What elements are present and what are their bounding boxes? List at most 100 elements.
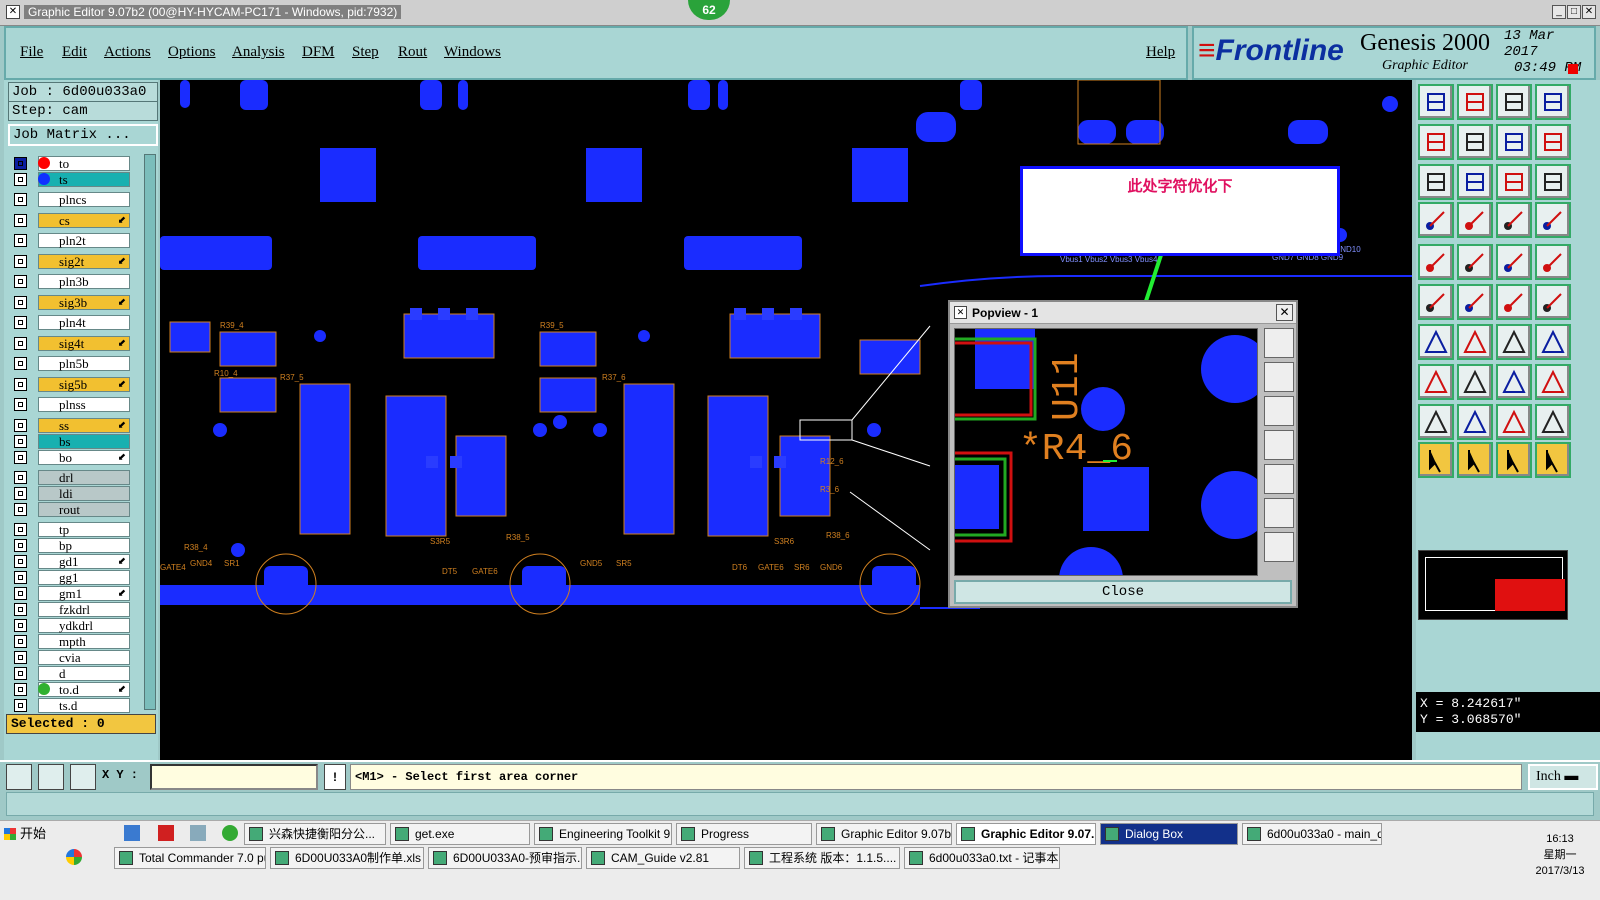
layer-row-to-d[interactable]: to.d ⬋: [14, 682, 132, 697]
layer-checkbox[interactable]: [14, 337, 27, 350]
colorful-app-icon[interactable]: [66, 849, 82, 865]
pointer-icon[interactable]: [1418, 442, 1454, 478]
layer-checkbox[interactable]: [14, 635, 27, 648]
grid-toggle-icon[interactable]: [1457, 202, 1493, 238]
taskbar-item[interactable]: 6d00u033a0.txt - 记事本: [904, 847, 1060, 869]
layer-checkbox[interactable]: [14, 667, 27, 680]
unit-selector[interactable]: Inch ▬: [1528, 764, 1598, 790]
measure-icon[interactable]: [1457, 244, 1493, 280]
layer-checkbox[interactable]: [14, 571, 27, 584]
layer-checkbox[interactable]: [14, 503, 27, 516]
layer-name[interactable]: bp: [38, 538, 130, 553]
close-window-button[interactable]: ✕: [1582, 5, 1596, 19]
arrow-icon[interactable]: [1535, 284, 1571, 320]
angle-icon[interactable]: [1418, 324, 1454, 360]
menu-step[interactable]: Step: [352, 44, 379, 61]
layer-name[interactable]: mpth: [38, 634, 130, 649]
layer-row-gm1[interactable]: gm1 ⬋: [14, 586, 132, 601]
layer-row-ts-d[interactable]: ts.d: [14, 698, 132, 713]
layer-name[interactable]: bs: [38, 434, 130, 449]
layer-name[interactable]: cs ⬋: [38, 213, 130, 228]
layer-row-ydkdrl[interactable]: ydkdrl: [14, 618, 132, 633]
filter-icon[interactable]: [1418, 202, 1454, 238]
notification-badge[interactable]: 62: [688, 0, 730, 20]
layer-name[interactable]: ydkdrl: [38, 618, 130, 633]
layer-name[interactable]: tp: [38, 522, 130, 537]
layer-row-sig3b[interactable]: sig3b ⬋: [14, 295, 132, 310]
popview-left-icon[interactable]: [1264, 430, 1294, 460]
pan-left-icon[interactable]: [1418, 124, 1454, 160]
layer-name[interactable]: ts.d: [38, 698, 130, 713]
menu-edit[interactable]: Edit: [62, 44, 87, 61]
layer-checkbox[interactable]: [14, 398, 27, 411]
minus-icon[interactable]: [1457, 364, 1493, 400]
layer-compare-icon[interactable]: [1496, 202, 1532, 238]
align-icon[interactable]: [1535, 324, 1571, 360]
layer-row-ss[interactable]: ss ⬋: [14, 418, 132, 433]
arch-icon[interactable]: [1457, 404, 1493, 440]
layer-checkbox[interactable]: [14, 487, 27, 500]
copy-icon[interactable]: [1535, 364, 1571, 400]
layer-checkbox[interactable]: [14, 555, 27, 568]
zoom-ratio-icon[interactable]: [1496, 164, 1532, 200]
layer-name[interactable]: sig2t ⬋: [38, 254, 130, 269]
layer-row-fzkdrl[interactable]: fzkdrl: [14, 602, 132, 617]
pointer-move-icon[interactable]: [1535, 442, 1571, 478]
layer-checkbox[interactable]: [14, 523, 27, 536]
layer-row-bo[interactable]: bo ⬋: [14, 450, 132, 465]
layer-checkbox[interactable]: [14, 255, 27, 268]
layer-name[interactable]: bo ⬋: [38, 450, 130, 465]
taskbar-item[interactable]: 6D00U033A0-预审指示...: [428, 847, 582, 869]
layer-row-sig4t[interactable]: sig4t ⬋: [14, 336, 132, 351]
popview-close-button[interactable]: Close: [954, 580, 1292, 604]
layer-diff-icon[interactable]: [1535, 202, 1571, 238]
layer-name[interactable]: gg1: [38, 570, 130, 585]
layer-name[interactable]: plnss: [38, 397, 130, 412]
layer-checkbox[interactable]: [14, 471, 27, 484]
pointer-area-icon[interactable]: [1496, 442, 1532, 478]
layer-row-bp[interactable]: bp: [14, 538, 132, 553]
taskbar-item[interactable]: 工程系统 版本：1.1.5....: [744, 847, 900, 869]
layer-checkbox[interactable]: [14, 587, 27, 600]
measure-icon[interactable]: [38, 764, 64, 790]
layer-row-d[interactable]: d: [14, 666, 132, 681]
layer-name[interactable]: pln3b: [38, 274, 130, 289]
layer-row-ts[interactable]: ts: [14, 172, 132, 187]
layer-row-plncs[interactable]: plncs: [14, 192, 132, 207]
zoom-fit-icon[interactable]: [1496, 124, 1532, 160]
layer-name[interactable]: fzkdrl: [38, 602, 130, 617]
popview-zoom-in-icon[interactable]: [1264, 498, 1294, 528]
open-icon[interactable]: [1418, 84, 1454, 120]
layer-row-mpth[interactable]: mpth: [14, 634, 132, 649]
layer-row-plnss[interactable]: plnss: [14, 397, 132, 412]
zoom-step-icon[interactable]: [1457, 164, 1493, 200]
popview-up-icon[interactable]: [1264, 362, 1294, 392]
info-icon[interactable]: !: [324, 764, 346, 790]
layer-checkbox[interactable]: [14, 603, 27, 616]
layer-name[interactable]: sig3b ⬋: [38, 295, 130, 310]
menu-help[interactable]: Help: [1146, 44, 1175, 61]
menu-windows[interactable]: Windows: [444, 44, 501, 61]
job-matrix-button[interactable]: Job Matrix ...: [8, 124, 158, 146]
layer-name[interactable]: sig5b ⬋: [38, 377, 130, 392]
layer-checkbox[interactable]: [14, 357, 27, 370]
menu-actions[interactable]: Actions: [104, 44, 151, 61]
layer-row-sig2t[interactable]: sig2t ⬋: [14, 254, 132, 269]
menu-analysis[interactable]: Analysis: [232, 44, 285, 61]
menu-dfm[interactable]: DFM: [302, 44, 335, 61]
layer-row-cs[interactable]: cs ⬋: [14, 213, 132, 228]
layer-row-drl[interactable]: drl: [14, 470, 132, 485]
line-icon[interactable]: [1496, 284, 1532, 320]
layer-name[interactable]: pln5b: [38, 356, 130, 371]
polygon-icon[interactable]: [1535, 404, 1571, 440]
home-icon[interactable]: [1496, 84, 1532, 120]
layer-row-bs[interactable]: bs: [14, 434, 132, 449]
layer-checkbox[interactable]: [14, 539, 27, 552]
layer-row-gd1[interactable]: gd1 ⬋: [14, 554, 132, 569]
layer-name[interactable]: ldi: [38, 486, 130, 501]
layer-checkbox[interactable]: [14, 316, 27, 329]
cross-icon[interactable]: [1457, 284, 1493, 320]
clock[interactable]: 16:13 星期一 2017/3/13: [1522, 831, 1598, 879]
triangle-icon[interactable]: [1418, 404, 1454, 440]
xy-input[interactable]: [150, 764, 318, 790]
